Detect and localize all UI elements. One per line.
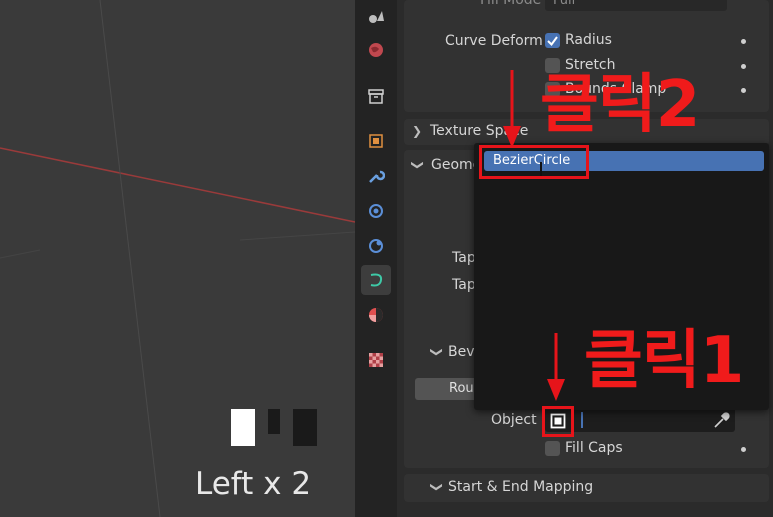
tab-collection[interactable]	[361, 81, 391, 111]
object-label: Object	[491, 412, 537, 428]
mouse-right-button-indicator	[293, 409, 317, 446]
annotation-click2: 클릭2	[540, 68, 700, 142]
curve-icon	[370, 273, 383, 287]
bounds-clamp-keyframe-dot[interactable]	[741, 88, 746, 93]
texture-icon	[369, 353, 383, 367]
world-icon	[369, 43, 383, 57]
annotation-arrow-down-icon	[547, 333, 565, 401]
taper-radius-label: Tap	[452, 277, 476, 293]
fill-mode-dropdown[interactable]: Full	[545, 0, 727, 11]
annotation-highlight-object-picker	[542, 406, 574, 437]
annotation-arrow-down-icon	[503, 70, 521, 148]
wrench-icon	[369, 170, 385, 183]
collection-icon	[368, 89, 384, 104]
eyedropper-icon[interactable]	[712, 411, 730, 429]
particles-icon	[369, 204, 383, 218]
tab-curve-data[interactable]	[361, 265, 391, 295]
radius-checkbox[interactable]	[545, 33, 560, 48]
mouse-middle-button-indicator	[268, 409, 280, 434]
stretch-keyframe-dot[interactable]	[741, 64, 746, 69]
tab-scene[interactable]	[361, 1, 391, 31]
fill-caps-keyframe-dot[interactable]	[741, 447, 746, 452]
chevron-down-icon: ❯	[430, 346, 445, 358]
chevron-down-icon: ❯	[411, 159, 426, 171]
tab-material[interactable]	[361, 300, 391, 330]
fill-caps-checkbox[interactable]	[545, 441, 560, 456]
start-end-mapping-label: Start & End Mapping	[448, 479, 594, 495]
physics-icon	[369, 239, 383, 253]
properties-tab-bar	[355, 0, 397, 517]
radius-label: Radius	[565, 32, 612, 48]
radius-keyframe-dot[interactable]	[741, 39, 746, 44]
checkmark-icon	[547, 36, 558, 47]
tab-particles[interactable]	[361, 196, 391, 226]
tab-texture[interactable]	[361, 345, 391, 375]
chevron-right-icon: ❯	[412, 124, 423, 138]
start-end-mapping-panel-header[interactable]: ❯ Start & End Mapping	[404, 474, 769, 502]
chevron-down-icon: ❯	[430, 481, 445, 493]
fill-mode-value: Full	[553, 0, 576, 8]
tab-object[interactable]	[361, 126, 391, 156]
tab-world[interactable]	[361, 35, 391, 65]
object-field-cursor	[581, 412, 583, 428]
curve-deform-label: Curve Deform	[445, 33, 543, 49]
3d-viewport[interactable]: Left x 2	[0, 0, 355, 517]
object-icon	[369, 134, 383, 148]
annotation-highlight-beziercircle	[479, 145, 589, 179]
mouse-left-button-indicator	[231, 409, 255, 446]
tab-modifiers[interactable]	[361, 161, 391, 191]
round-label: Rou	[449, 381, 474, 396]
fill-caps-label: Fill Caps	[565, 440, 623, 456]
material-icon	[369, 308, 383, 322]
keycast-text: Left x 2	[195, 466, 312, 502]
scene-icon	[369, 11, 384, 23]
fill-mode-label: Fill Mode	[480, 0, 542, 8]
annotation-click1: 클릭1	[584, 324, 744, 398]
tab-physics[interactable]	[361, 231, 391, 261]
taper-object-label: Tap	[452, 250, 476, 266]
